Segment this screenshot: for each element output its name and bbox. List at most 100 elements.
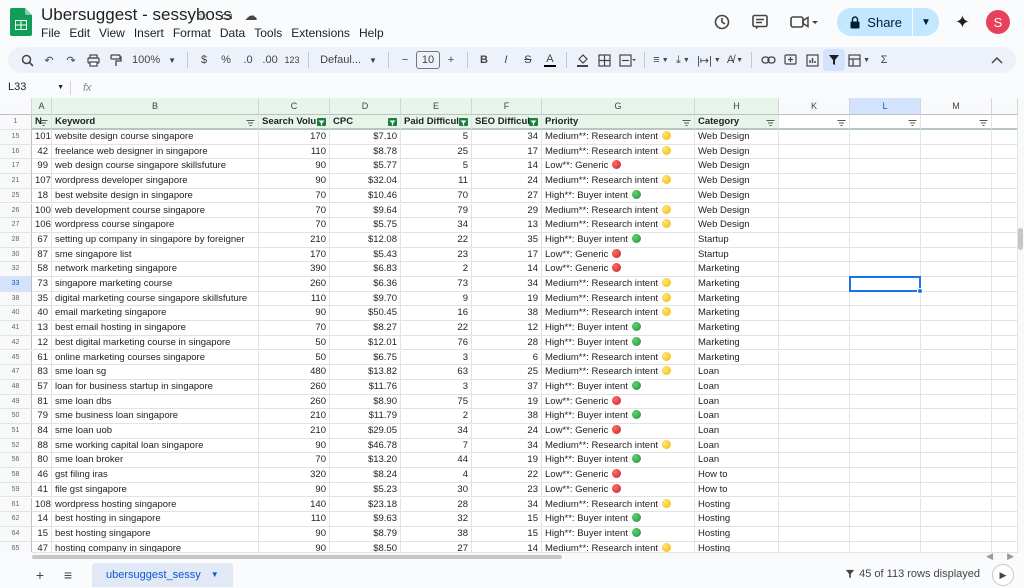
menu-help[interactable]: Help: [359, 26, 389, 40]
cell-keyword[interactable]: web design course singapore skillsfuture: [52, 159, 259, 175]
row-header[interactable]: 38: [0, 291, 32, 307]
cell-n[interactable]: 41: [32, 482, 52, 498]
cell-cat[interactable]: Web Design: [695, 174, 779, 189]
cell-paid[interactable]: 75: [401, 394, 472, 410]
cell-empty[interactable]: [921, 497, 992, 513]
decrease-font-size-button[interactable]: −: [394, 49, 416, 71]
cell-seo[interactable]: 14: [472, 262, 542, 277]
cell-empty[interactable]: [992, 247, 1018, 263]
move-folder-icon[interactable]: ▭: [219, 8, 235, 24]
cell-keyword[interactable]: web development course singapore: [52, 203, 259, 219]
row-header[interactable]: 49: [0, 394, 32, 410]
cell-priority[interactable]: Medium**: Research intent: [542, 218, 695, 233]
row-header[interactable]: 62: [0, 512, 32, 527]
column-header-h[interactable]: H: [695, 98, 779, 115]
font-size-input[interactable]: 10: [415, 51, 440, 69]
row-header[interactable]: 32: [0, 262, 32, 277]
cell-empty[interactable]: [992, 291, 1018, 307]
cell-empty[interactable]: [992, 277, 1018, 292]
cell-seo[interactable]: 15: [472, 512, 542, 527]
cell-vol[interactable]: 110: [259, 144, 330, 160]
cell-empty[interactable]: [992, 174, 1018, 189]
cell-paid[interactable]: 27: [401, 541, 472, 552]
cell-keyword[interactable]: freelance web designer in singapore: [52, 144, 259, 160]
cell-empty[interactable]: [850, 130, 921, 145]
cell-empty[interactable]: [779, 159, 850, 175]
cell-cpc[interactable]: $8.27: [330, 321, 401, 336]
cell-vol[interactable]: 90: [259, 526, 330, 542]
cell-empty[interactable]: [779, 482, 850, 498]
cell-empty[interactable]: [850, 409, 921, 424]
cell-paid[interactable]: 25: [401, 144, 472, 160]
header-cell-c[interactable]: Search Volu: [259, 115, 330, 130]
cell-priority[interactable]: Low**: Generic: [542, 159, 695, 175]
row-header[interactable]: 15: [0, 130, 32, 145]
cell-empty[interactable]: [779, 497, 850, 513]
cell-seo[interactable]: 34: [472, 497, 542, 513]
cell-cpc[interactable]: $12.08: [330, 232, 401, 248]
cell-empty[interactable]: [850, 497, 921, 513]
borders-icon[interactable]: [594, 49, 616, 71]
cell-n[interactable]: 79: [32, 409, 52, 424]
cell-seo[interactable]: 34: [472, 130, 542, 145]
cell-priority[interactable]: Low**: Generic: [542, 468, 695, 483]
menu-data[interactable]: Data: [220, 26, 250, 40]
header-cell-a[interactable]: N: [32, 115, 52, 130]
share-button[interactable]: Share ▼: [837, 8, 939, 36]
cell-cpc[interactable]: $23.18: [330, 497, 401, 513]
cell-cpc[interactable]: $8.90: [330, 394, 401, 410]
row-header[interactable]: 30: [0, 247, 32, 263]
cell-n[interactable]: 87: [32, 247, 52, 263]
cell-empty[interactable]: [921, 424, 992, 439]
cell-empty[interactable]: [779, 321, 850, 336]
row-header[interactable]: 64: [0, 526, 32, 542]
cell-cat[interactable]: Hosting: [695, 512, 779, 527]
paint-format-icon[interactable]: [104, 49, 126, 71]
cell-vol[interactable]: 110: [259, 512, 330, 527]
cell-cat[interactable]: Hosting: [695, 541, 779, 552]
cell-empty[interactable]: [779, 468, 850, 483]
all-sheets-icon[interactable]: ≡: [54, 564, 82, 586]
cell-empty[interactable]: [779, 218, 850, 233]
cell-n[interactable]: 99: [32, 159, 52, 175]
cell-cpc[interactable]: $13.20: [330, 453, 401, 469]
cell-empty[interactable]: [779, 174, 850, 189]
cell-seo[interactable]: 28: [472, 335, 542, 351]
cell-priority[interactable]: High**: Buyer intent: [542, 379, 695, 395]
cell-cpc[interactable]: $5.77: [330, 159, 401, 175]
header-cell-k[interactable]: [779, 115, 850, 130]
row-header[interactable]: 51: [0, 424, 32, 439]
cell-n[interactable]: 101: [32, 130, 52, 145]
cell-seo[interactable]: 15: [472, 526, 542, 542]
sheet-tab-chevron-down-icon[interactable]: ▼: [211, 570, 219, 579]
menu-insert[interactable]: Insert: [134, 26, 169, 40]
cell-cpc[interactable]: $9.64: [330, 203, 401, 219]
cell-n[interactable]: 57: [32, 379, 52, 395]
cell-seo[interactable]: 25: [472, 365, 542, 380]
cell-empty[interactable]: [921, 130, 992, 145]
cell-empty[interactable]: [921, 306, 992, 322]
cell-seo[interactable]: 29: [472, 203, 542, 219]
cell-cpc[interactable]: $32.04: [330, 174, 401, 189]
cell-empty[interactable]: [921, 453, 992, 469]
cell-keyword[interactable]: online marketing courses singapore: [52, 350, 259, 366]
cell-empty[interactable]: [850, 291, 921, 307]
gemini-sparkle-icon[interactable]: ✦: [955, 12, 970, 33]
cell-empty[interactable]: [992, 218, 1018, 233]
explore-chevron-right-icon[interactable]: ▶: [992, 564, 1014, 586]
cell-vol[interactable]: 90: [259, 541, 330, 552]
cell-cpc[interactable]: $50.45: [330, 306, 401, 322]
cell-vol[interactable]: 390: [259, 262, 330, 277]
cell-n[interactable]: 73: [32, 277, 52, 292]
format-currency-button[interactable]: $: [193, 49, 215, 71]
cell-empty[interactable]: [779, 438, 850, 454]
cell-cat[interactable]: Loan: [695, 438, 779, 454]
cell-priority[interactable]: Low**: Generic: [542, 247, 695, 263]
cell-cat[interactable]: Web Design: [695, 218, 779, 233]
header-cell-d[interactable]: CPC: [330, 115, 401, 130]
cell-vol[interactable]: 260: [259, 277, 330, 292]
cell-cpc[interactable]: $10.46: [330, 188, 401, 204]
redo-icon[interactable]: ↷: [60, 49, 82, 71]
search-menus-icon[interactable]: [16, 49, 38, 71]
cell-empty[interactable]: [992, 497, 1018, 513]
